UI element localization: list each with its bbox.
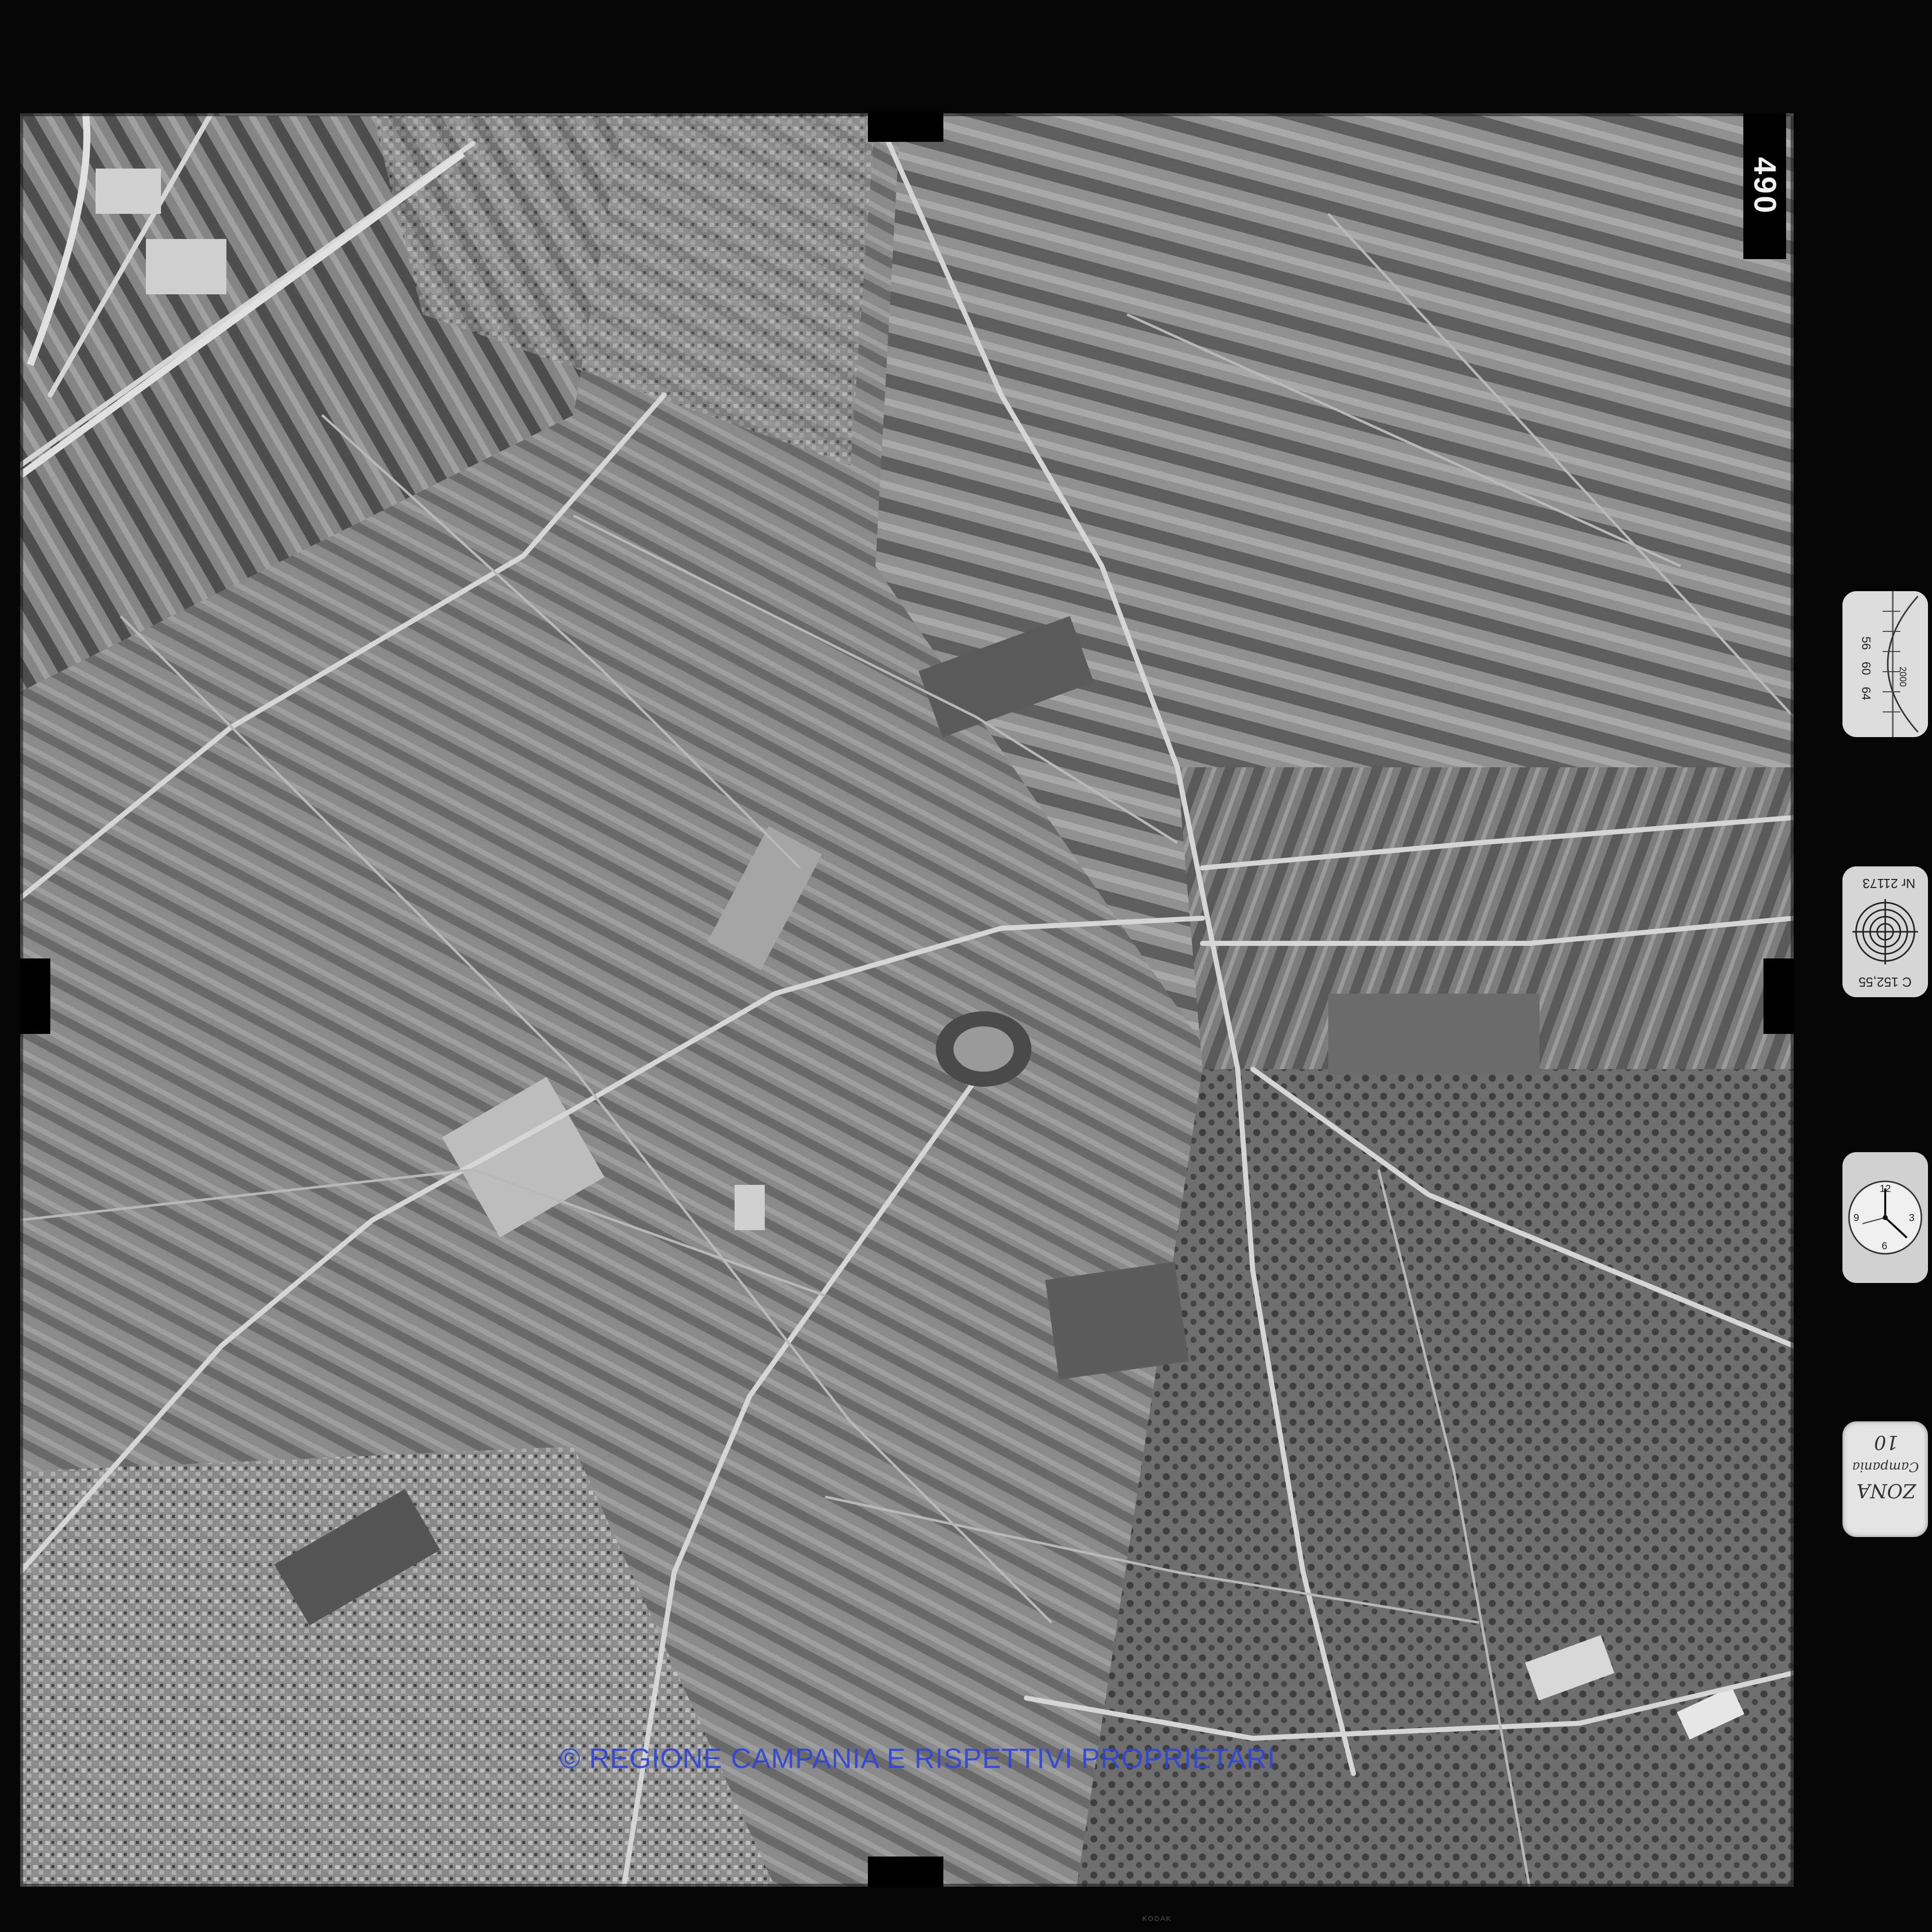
camera-number: Nr 21173 <box>1863 876 1916 891</box>
altimeter-reading-4: 2000 <box>1898 667 1908 687</box>
crosshair-target-icon: Nr 21173 C 152,55 <box>1842 866 1928 997</box>
aerial-terrain-render <box>20 113 1794 1887</box>
frame-number: 490 <box>1743 113 1786 259</box>
note-line-2: Campania <box>1852 1459 1919 1474</box>
note-line-1: ZONA <box>1856 1480 1916 1502</box>
clock-numeral-12: 12 <box>1880 1183 1891 1194</box>
handwritten-note: ZONA Campania 10 <box>1842 1421 1928 1537</box>
altimeter-reading-3: 64 <box>1859 687 1873 700</box>
fiducial-notch-bottom <box>868 1857 943 1887</box>
altimeter-reading-1: 56 <box>1859 636 1873 650</box>
altimeter-dial-icon: 56 60 64 2000 <box>1842 591 1928 737</box>
focal-length: C 152,55 <box>1859 975 1912 990</box>
clock-icon: 12 3 6 9 <box>1842 1152 1928 1283</box>
fiducial-notch-top <box>868 112 943 142</box>
aerial-photograph <box>20 113 1794 1887</box>
fiducial-notch-left <box>20 958 50 1034</box>
altimeter-reading-2: 60 <box>1859 662 1873 675</box>
fiducial-notch-right <box>1763 958 1794 1034</box>
copyright-watermark: © REGIONE CAMPANIA E RISPETTIVI PROPRIET… <box>559 1742 1276 1774</box>
note-line-3: 10 <box>1874 1431 1899 1454</box>
clock-numeral-3: 3 <box>1909 1213 1915 1224</box>
clock-numeral-9: 9 <box>1854 1213 1860 1224</box>
clock-numeral-6: 6 <box>1882 1241 1888 1252</box>
film-edge-label: KODAK <box>1142 1914 1172 1922</box>
